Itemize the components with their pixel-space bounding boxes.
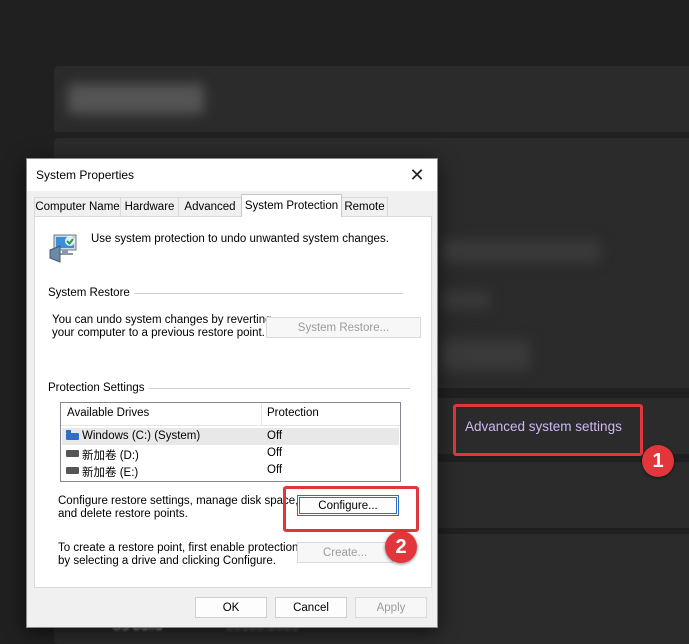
tab-advanced[interactable]: Advanced: [178, 197, 242, 217]
drive-protection: Off: [267, 430, 283, 442]
bg-blur-name: [68, 84, 204, 114]
protection-settings-heading: Protection Settings: [48, 382, 149, 394]
drive-icon: [66, 450, 79, 457]
tab-system-protection[interactable]: System Protection: [241, 194, 342, 217]
step-badge-2: 2: [385, 531, 417, 563]
system-restore-desc-2: your computer to a previous restore poin…: [52, 327, 265, 339]
system-restore-button[interactable]: System Restore...: [266, 317, 421, 338]
dialog-title: System Properties: [36, 168, 135, 182]
drive-icon: [66, 467, 79, 474]
system-properties-dialog: System Properties ✕ Computer Name Hardwa…: [26, 158, 438, 628]
drive-name: 新加卷 (D:): [82, 450, 139, 462]
column-protection[interactable]: Protection: [267, 407, 319, 419]
cancel-button[interactable]: Cancel: [275, 597, 347, 618]
step-badge-1: 1: [642, 445, 674, 477]
ok-button[interactable]: OK: [195, 597, 267, 618]
configure-desc-2: and delete restore points.: [58, 508, 188, 520]
create-desc-2: by selecting a drive and clicking Config…: [58, 555, 276, 567]
create-button[interactable]: Create...: [297, 542, 393, 563]
column-available-drives[interactable]: Available Drives: [67, 407, 149, 419]
bg-blur-row3: [440, 340, 530, 370]
tab-computer-name[interactable]: Computer Name: [34, 197, 121, 217]
system-protection-icon: [49, 234, 77, 263]
tab-remote[interactable]: Remote: [341, 197, 388, 217]
drives-list[interactable]: Available Drives Protection Windows (C:)…: [60, 402, 401, 482]
apply-button[interactable]: Apply: [355, 597, 427, 618]
drive-name: Windows (C:) (System): [82, 430, 201, 442]
bg-blur-row2: [440, 292, 490, 308]
system-drive-icon: [66, 430, 79, 440]
system-restore-desc-1: You can undo system changes by reverting: [52, 314, 272, 326]
system-protection-panel: Use system protection to undo unwanted s…: [34, 216, 432, 588]
drive-protection: Off: [267, 447, 283, 459]
drive-row-e[interactable]: 新加卷 (E:) Off: [62, 462, 399, 479]
title-bar: System Properties ✕: [27, 159, 437, 191]
drive-row-c[interactable]: Windows (C:) (System) Off: [62, 428, 399, 445]
intro-text: Use system protection to undo unwanted s…: [91, 233, 389, 245]
system-restore-heading: System Restore: [48, 287, 134, 299]
drives-header: Available Drives Protection: [61, 403, 400, 426]
highlight-advanced-settings: [453, 404, 643, 456]
close-icon[interactable]: ✕: [397, 159, 437, 191]
column-separator: [261, 403, 262, 425]
bg-blur-row1: [440, 240, 600, 262]
drive-protection: Off: [267, 464, 283, 476]
drive-row-d[interactable]: 新加卷 (D:) Off: [62, 445, 399, 462]
highlight-configure: [283, 486, 419, 532]
drive-name: 新加卷 (E:): [82, 467, 139, 479]
create-desc-1: To create a restore point, first enable …: [58, 542, 299, 554]
tab-hardware[interactable]: Hardware: [120, 197, 179, 217]
configure-desc-1: Configure restore settings, manage disk …: [58, 495, 299, 507]
